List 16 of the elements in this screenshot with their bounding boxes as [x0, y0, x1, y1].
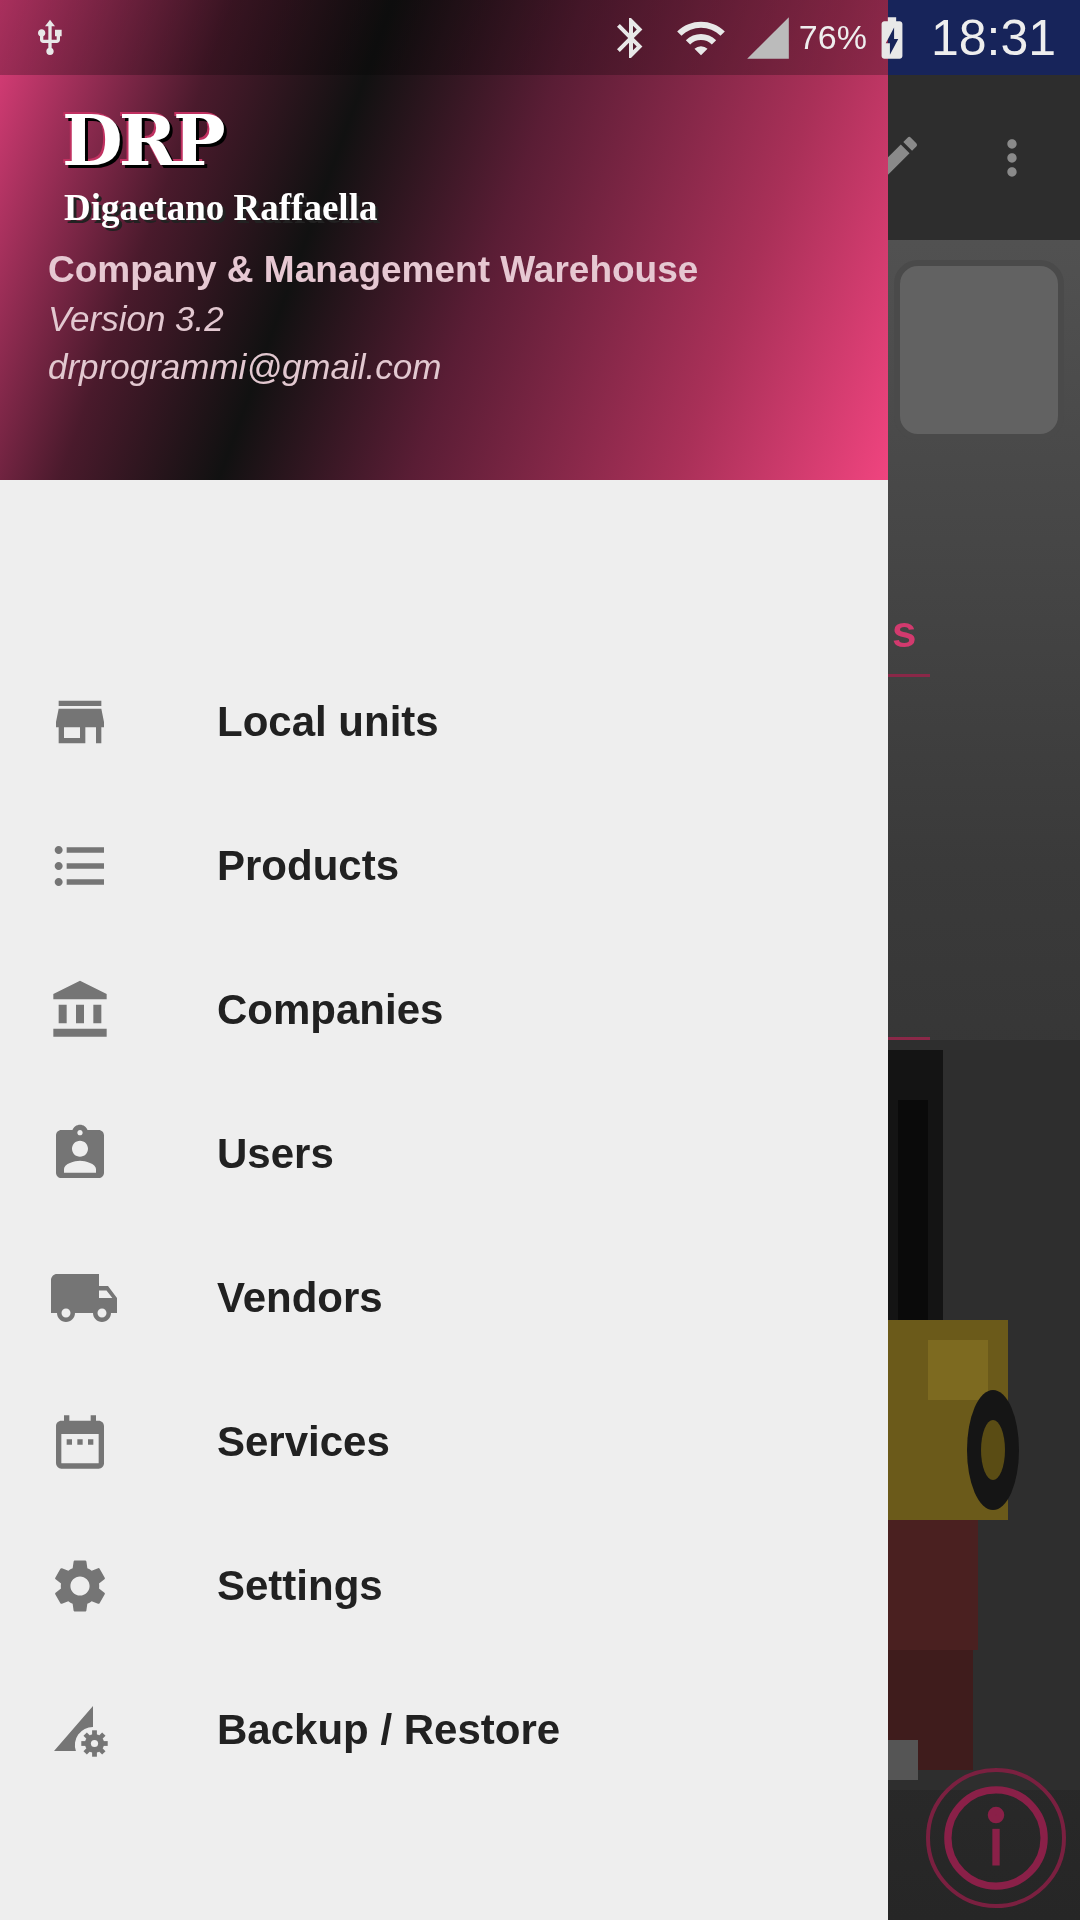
- email-text: drprogrammi@gmail.com: [48, 347, 442, 387]
- menu-item[interactable]: Products: [0, 794, 888, 938]
- app-title: Company & Management Warehouse: [48, 249, 699, 291]
- section-heading: s: [892, 610, 917, 654]
- version-text: Version 3.2: [48, 299, 224, 339]
- menu-item[interactable]: Settings: [0, 1514, 888, 1658]
- menu-item[interactable]: Services: [0, 1370, 888, 1514]
- menu-item[interactable]: Users: [0, 1082, 888, 1226]
- battery-percent: 76%: [798, 18, 867, 57]
- clock: 18:31: [930, 8, 1056, 67]
- menu-item[interactable]: Local units: [0, 650, 888, 794]
- menu-item[interactable]: Companies: [0, 938, 888, 1082]
- menu-item[interactable]: Backup / Restore: [0, 1658, 888, 1802]
- logo-name: Digaetano Raffaella: [64, 186, 378, 229]
- menu-item[interactable]: Vendors: [0, 1226, 888, 1370]
- logo: DRP: [62, 106, 222, 176]
